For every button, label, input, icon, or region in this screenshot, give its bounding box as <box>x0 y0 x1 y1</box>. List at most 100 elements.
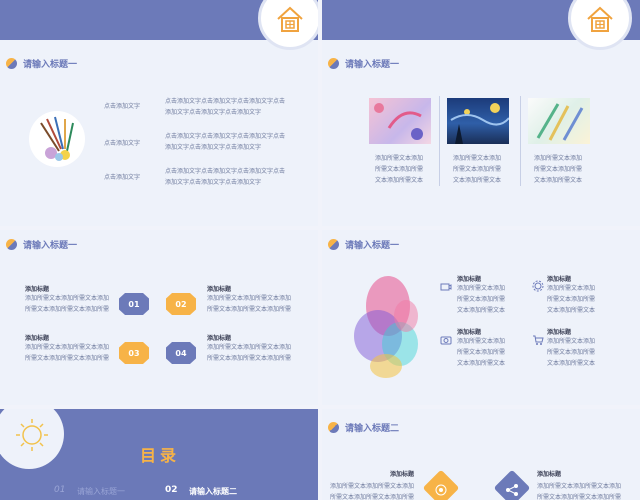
feature-line: 所需文本添加所需 <box>547 296 596 303</box>
col-line: 文本添加所需文本 <box>534 177 583 184</box>
block-heading: 添加标题 <box>390 471 415 478</box>
slide-6[interactable]: 请输入标题二 添加标题 添加所需文本添加所需文本添加 所需文本添加所需文本添加所… <box>322 409 640 500</box>
item-line: 添加所需文本添加所需文本添加 <box>207 344 292 351</box>
video-icon <box>440 277 452 296</box>
number-badge: 03 <box>119 342 149 364</box>
text-block: 添加所需文本添加所需文本添加 所需文本添加所需文本添加所需 <box>537 481 621 500</box>
paint-splash-icon <box>354 276 418 378</box>
item-line: 添加所需文本添加所需文本添加 <box>207 295 292 302</box>
row-text: 添加文字点击添加文字点击添加文字 <box>165 179 262 186</box>
share-icon <box>505 482 519 500</box>
slide-5[interactable]: 目录 01 请输入标题一 02 请输入标题二 <box>0 409 318 500</box>
item-line: 所需文本添加所需文本添加所需 <box>25 355 110 362</box>
number-badge: 04 <box>166 342 196 364</box>
text-block: 添加所需文本添加所需文本添加 所需文本添加所需文本添加所需 <box>330 481 414 500</box>
toc-item[interactable]: 请输入标题二 <box>189 486 237 497</box>
text-block: 添加标题 <box>537 469 561 478</box>
sun-badge <box>0 409 64 469</box>
feature-heading: 添加标题 <box>457 276 482 283</box>
feature-heading: 添加标题 <box>547 329 572 336</box>
row-label: 点击添加文字 <box>104 103 141 110</box>
text-block: 添加标题 <box>390 469 414 478</box>
slide-title: 请输入标题二 <box>345 424 400 434</box>
item-line: 所需文本添加所需文本添加所需 <box>207 306 292 313</box>
slide-2[interactable]: 请输入标题一 添加所需文本添加 所需文本添加所需 文本添加所需文本 添加所需文本… <box>322 0 640 226</box>
house-badge <box>258 0 318 50</box>
brush-strokes-image <box>528 98 590 144</box>
paintbrush-icon <box>40 116 74 161</box>
feature-line: 文本添加所需文本 <box>547 360 596 367</box>
watercolor-splash <box>348 266 430 384</box>
feature-heading: 添加标题 <box>457 329 482 336</box>
house-icon <box>587 6 613 32</box>
col-line: 文本添加所需文本 <box>453 177 502 184</box>
slide-title: 请输入标题一 <box>345 60 400 70</box>
bullet-icon <box>328 422 339 433</box>
col-text: 添加所需文本添加 所需文本添加所需 文本添加所需文本 <box>375 153 423 186</box>
row-text: 点击添加文字点击添加文字点击添加文字点击 <box>165 98 286 105</box>
number-badge: 02 <box>166 293 196 315</box>
item-block: 添加标题 添加所需文本添加所需文本添加 所需文本添加所需文本添加所需 <box>207 284 291 315</box>
feature-line: 文本添加所需文本 <box>457 360 506 367</box>
block-heading: 添加标题 <box>537 471 562 478</box>
target-icon <box>434 482 448 500</box>
feature-block: 添加标题 添加所需文本添加 所需文本添加所需 文本添加所需文本 <box>457 274 505 316</box>
house-icon <box>277 6 303 32</box>
gear-icon <box>532 277 544 296</box>
block-line: 添加所需文本添加所需文本添加 <box>537 483 622 490</box>
row-label: 点击添加文字 <box>104 140 141 147</box>
number-badge: 01 <box>119 293 149 315</box>
item-heading: 添加标题 <box>207 335 232 342</box>
col-line: 文本添加所需文本 <box>375 177 424 184</box>
slide-header: 请输入标题二 <box>328 421 399 434</box>
feature-line: 文本添加所需文本 <box>457 307 506 314</box>
block-line: 添加所需文本添加所需文本添加 <box>330 483 415 490</box>
starry-night-icon <box>450 103 510 144</box>
toc-item[interactable]: 请输入标题一 <box>77 486 125 497</box>
feature-block: 添加标题 添加所需文本添加 所需文本添加所需 文本添加所需文本 <box>547 274 595 316</box>
abstract-art-icon <box>374 103 423 140</box>
col-line: 所需文本添加所需 <box>375 166 424 173</box>
col-text: 添加所需文本添加 所需文本添加所需 文本添加所需文本 <box>453 153 501 186</box>
divider <box>439 96 440 186</box>
col-line: 添加所需文本添加 <box>453 155 502 162</box>
slide-header: 请输入标题一 <box>6 238 77 251</box>
block-line: 所需文本添加所需文本添加所需 <box>330 494 415 500</box>
slide-3[interactable]: 请输入标题一 添加标题 添加所需文本添加所需文本添加 所需文本添加所需文本添加所… <box>0 230 318 405</box>
item-line: 添加所需文本添加所需文本添加 <box>25 295 110 302</box>
slide-1[interactable]: 请输入标题一 点击添加文字 点击添加文字点击添加文字点击添加文字点击 添加文字点… <box>0 0 318 226</box>
slide-header: 请输入标题一 <box>6 57 77 70</box>
block-line: 所需文本添加所需文本添加所需 <box>537 494 622 500</box>
col-line: 所需文本添加所需 <box>453 166 502 173</box>
bullet-icon <box>6 58 17 69</box>
toc-number: 01 <box>54 485 66 495</box>
row-text: 点击添加文字点击添加文字点击添加文字点击 <box>165 133 286 140</box>
row-text: 添加文字点击添加文字点击添加文字 <box>165 109 262 116</box>
row-text: 添加文字点击添加文字点击添加文字 <box>165 144 262 151</box>
feature-line: 添加所需文本添加 <box>457 338 506 345</box>
toc-number: 02 <box>165 485 178 495</box>
row-label: 点击添加文字 <box>104 174 141 181</box>
feature-heading: 添加标题 <box>547 276 572 283</box>
feature-line: 所需文本添加所需 <box>457 296 506 303</box>
bullet-icon <box>328 239 339 250</box>
feature-line: 所需文本添加所需 <box>457 349 506 356</box>
row-text: 点击添加文字点击添加文字点击添加文字点击 <box>165 168 286 175</box>
item-line: 添加所需文本添加所需文本添加 <box>25 344 110 351</box>
bullet-icon <box>328 58 339 69</box>
pink-art-image <box>369 98 431 144</box>
slide-title: 请输入标题一 <box>23 60 78 70</box>
feature-line: 所需文本添加所需 <box>547 349 596 356</box>
house-badge <box>568 0 632 50</box>
col-text: 添加所需文本添加 所需文本添加所需 文本添加所需文本 <box>534 153 582 186</box>
starry-night-image <box>447 98 510 144</box>
feature-line: 添加所需文本添加 <box>547 285 596 292</box>
col-line: 添加所需文本添加 <box>375 155 424 162</box>
item-heading: 添加标题 <box>25 286 50 293</box>
feature-block: 添加标题 添加所需文本添加 所需文本添加所需 文本添加所需文本 <box>547 327 595 369</box>
slide-4[interactable]: 请输入标题一 添加标题 添加所需文本添加 所需文本添加所需 文本添加所需文本 添… <box>322 230 640 405</box>
feature-line: 添加所需文本添加 <box>547 338 596 345</box>
slide-header: 请输入标题一 <box>328 238 399 251</box>
item-block: 添加标题 添加所需文本添加所需文本添加 所需文本添加所需文本添加所需 <box>207 333 291 364</box>
feature-line: 添加所需文本添加 <box>457 285 506 292</box>
